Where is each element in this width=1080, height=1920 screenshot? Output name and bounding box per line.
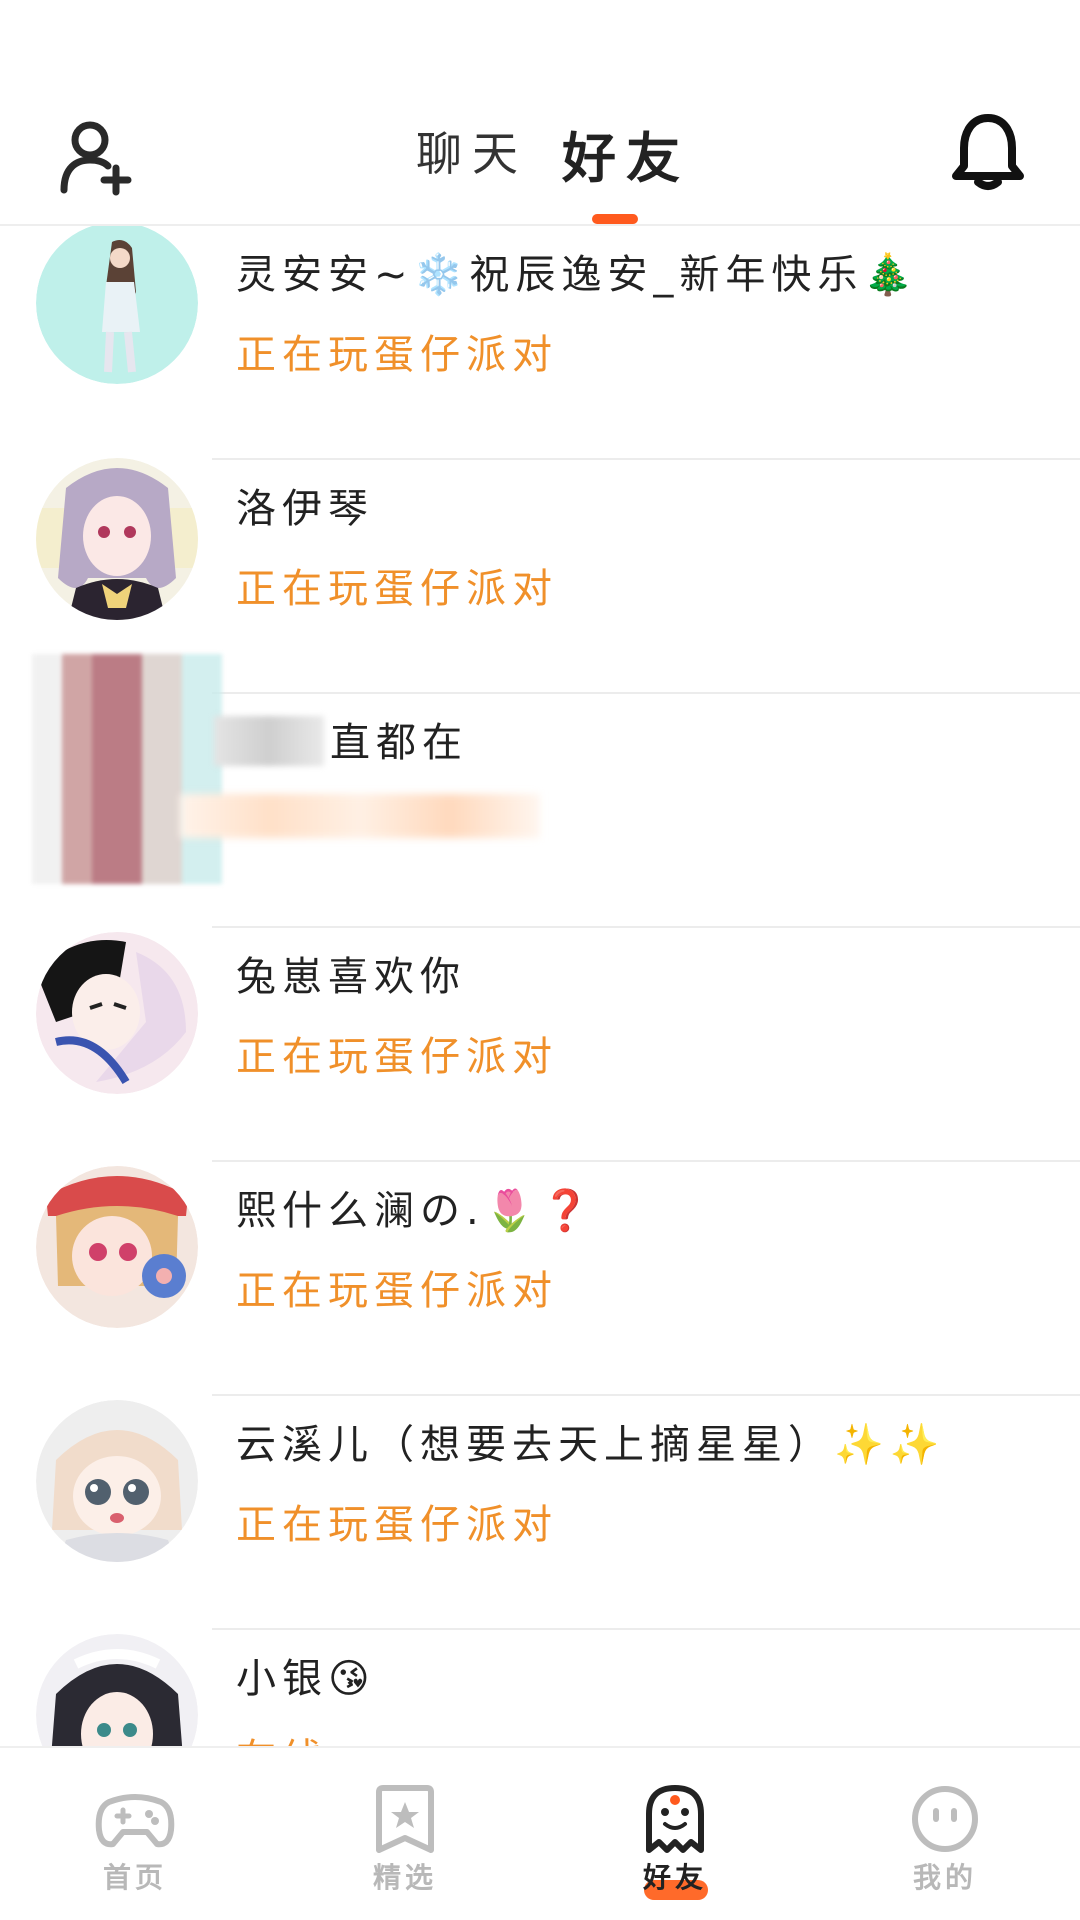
face-icon xyxy=(912,1786,978,1852)
avatar[interactable] xyxy=(32,654,222,884)
friend-name: 灵安安~❄️祝辰逸安_新年快乐🎄 xyxy=(236,252,920,298)
nav-me[interactable]: 我的 xyxy=(810,1748,1080,1920)
friend-status: 正在玩蛋仔派对 xyxy=(236,332,558,378)
nav-friends[interactable]: 好友 xyxy=(540,1748,810,1920)
gamepad-icon xyxy=(95,1794,175,1848)
avatar[interactable] xyxy=(36,1400,198,1562)
ghost-friends-icon xyxy=(646,1785,704,1853)
avatar[interactable] xyxy=(36,226,198,384)
bell-icon[interactable] xyxy=(950,112,1026,192)
friend-status: 正在玩蛋仔派对 xyxy=(236,566,558,612)
top-bar: 聊天 好友 xyxy=(0,0,1080,226)
list-item[interactable]: 云溪儿（想要去天上摘星星）✨✨ 正在玩蛋仔派对 xyxy=(0,1396,1080,1630)
nav-label: 好友 xyxy=(642,1861,707,1894)
list-item[interactable]: 直都在 xyxy=(0,654,1080,928)
list-item[interactable]: 熙什么澜の.🌷❓ 正在玩蛋仔派对 xyxy=(0,1162,1080,1396)
friend-name: 洛伊琴 xyxy=(236,486,374,532)
friend-name: 熙什么澜の.🌷❓ xyxy=(236,1188,597,1234)
nav-home[interactable]: 首页 xyxy=(0,1748,270,1920)
tab-friends[interactable]: 好友 xyxy=(562,114,690,193)
blurred-name-part xyxy=(214,716,324,766)
avatar[interactable] xyxy=(36,458,198,620)
active-tab-indicator xyxy=(592,214,638,224)
nav-label: 精选 xyxy=(372,1861,437,1894)
top-tabs: 聊天 好友 xyxy=(0,118,1080,190)
blurred-status xyxy=(180,794,540,838)
friend-status: 正在玩蛋仔派对 xyxy=(236,1034,558,1080)
tab-chat[interactable]: 聊天 xyxy=(416,118,528,184)
bottom-nav: 首页 精选 好友 我的 xyxy=(0,1746,1080,1920)
friend-name: 直都在 xyxy=(330,720,468,766)
friend-status: 正在玩蛋仔派对 xyxy=(236,1502,558,1548)
friend-list: 灵安安~❄️祝辰逸安_新年快乐🎄 正在玩蛋仔派对 洛伊琴 正在玩蛋仔派对 直都在 xyxy=(0,226,1080,1746)
friend-name: 云溪儿（想要去天上摘星星）✨✨ xyxy=(236,1422,946,1468)
star-bookmark-icon xyxy=(376,1785,434,1853)
friend-status: 在线 xyxy=(236,1726,328,1746)
friend-status: 正在玩蛋仔派对 xyxy=(236,1268,558,1314)
friend-name: 小银😘 xyxy=(236,1656,376,1702)
nav-featured[interactable]: 精选 xyxy=(270,1748,540,1920)
nav-label: 首页 xyxy=(102,1861,167,1894)
avatar[interactable] xyxy=(36,1166,198,1328)
list-item[interactable]: 小银😘 在线 xyxy=(0,1630,1080,1746)
nav-label: 我的 xyxy=(912,1861,977,1894)
avatar[interactable] xyxy=(36,932,198,1094)
avatar[interactable] xyxy=(36,1634,198,1746)
friend-name: 兔崽喜欢你 xyxy=(236,954,466,1000)
list-item[interactable]: 兔崽喜欢你 正在玩蛋仔派对 xyxy=(0,928,1080,1162)
list-item[interactable]: 灵安安~❄️祝辰逸安_新年快乐🎄 正在玩蛋仔派对 xyxy=(0,226,1080,460)
